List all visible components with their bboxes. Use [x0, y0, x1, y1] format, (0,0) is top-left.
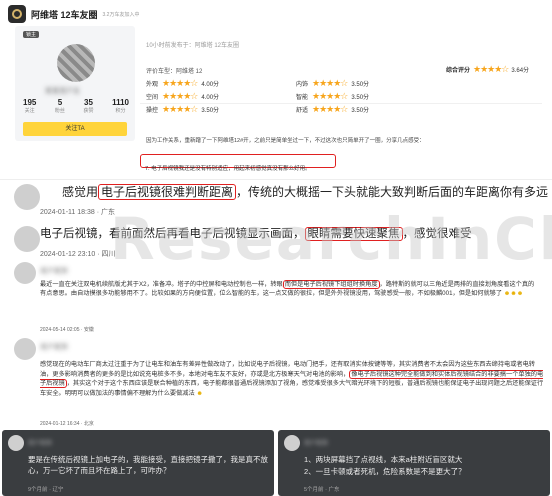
comment-meta: 2024-01-11 18:38 · 广东 [40, 209, 115, 216]
comment-line-2: 2、一旦卡顿或者死机，危险系数是不是更大了？ [304, 467, 466, 476]
comment-3: 用户昵称 最近一直在关注双电机续航版尤其于X2，准备冲。塔子的中控屏和电动控制也… [0, 262, 552, 333]
rating-item: 外观 ★★★★☆ 4.00分 [146, 78, 220, 88]
forum-name[interactable]: 阿维塔 12车友圈 [31, 8, 98, 21]
comment-meta: 5个月前 · 广东 [304, 487, 340, 493]
stars-icon: ★★★★☆ [312, 91, 348, 101]
stars-icon: ★★★★☆ [162, 104, 198, 114]
rated-car: 评价车型：阿维塔 12 [146, 69, 203, 75]
comment-meta: 9个月前 · 辽宁 [28, 487, 64, 493]
commenter-name[interactable]: 用户昵称 [40, 342, 68, 352]
post-body: 因为工作关系，重新蹭了一下阿维塔12#开，之前只是简单坐过一下，不过这次也只简单… [146, 138, 425, 144]
forum-member-count: 3.2万车友加入中 [102, 11, 140, 18]
user-name[interactable]: 某某用户名 [45, 86, 80, 96]
comment-meta: 2024-05-14 02:05 · 安徽 [40, 327, 94, 333]
highlight-span: 而但是电子后视镜下组组时换角度 [282, 280, 380, 289]
comment-line-1: 1、两块屏幕挡了点视线，本来a柱附近盲区就大 [304, 455, 463, 464]
rating-item: 空间 ★★★★☆ 4.00分 [146, 91, 220, 101]
avatar[interactable] [14, 184, 40, 210]
comment-text: 感觉现在的电动车厂商太过注重于为了让电车和油车有差异性做改动了，比如说电子后视镜… [40, 361, 544, 397]
rating-item: 内饰 ★★★★☆ 3.50分 [296, 78, 370, 88]
rating-grid: 外观 ★★★★☆ 4.00分 内饰 ★★★★☆ 3.50分 空间 ★★★★☆ 4… [146, 78, 446, 115]
stars-icon: ★★★★☆ [162, 78, 198, 88]
comment-text: 要是在传统后视镜上加电子的，我能接受，直接把镜子撒了，我是真不放心，万一它坏了而… [28, 455, 268, 475]
emoji-icon: ☻☻☻ [503, 290, 524, 297]
comment-4: 用户昵称 感觉现在的电动车厂商太过注重于为了让电车和油车有差异性做改动了，比如说… [0, 338, 552, 428]
avatar[interactable] [14, 226, 40, 252]
overall-rating: 综合评分 ★★★★☆ 3.64分 [446, 64, 530, 74]
bottom-left-card: 用户昵称 要是在传统后视镜上加电子的，我能接受，直接把镜子撒了，我是真不放心，万… [2, 430, 274, 496]
stars-icon: ★★★★☆ [162, 91, 198, 101]
comment-1: 感觉用 电子后视镜很难判断距离 ，传统的大概摇一下头就能大致判断后面的车距离你有多远… [0, 180, 552, 220]
commenter-name[interactable]: 用户昵称 [40, 266, 68, 276]
user-level-badge: 锁主 [23, 31, 40, 38]
forum-logo-icon [8, 5, 26, 23]
post-time: 10小时前发布于：阿维塔 12车友圈 [146, 43, 240, 49]
stars-icon: ★★★★☆ [312, 104, 348, 114]
highlight-span: 电子后视镜很难判断距离 [98, 184, 237, 200]
highlight-item: 7. 电子后视镜我还是没有特别适应，用起来初感觉真没有那么好用。 [140, 154, 336, 172]
stat-item[interactable]: 5 粉丝 [55, 98, 65, 114]
emoji-icon: ☻ [196, 389, 203, 397]
commenter-name[interactable]: 用户昵称 [28, 438, 52, 447]
rating-box: 评价车型：阿维塔 12 综合评分 ★★★★☆ 3.64分 外观 ★★★★☆ 4.… [140, 60, 542, 114]
comment-meta: 2024-01-12 16:34 · 北京 [40, 421, 94, 427]
stat-item[interactable]: 1110 积分 [112, 98, 129, 114]
user-stats: 195 关注 5 粉丝 35 获赞 1110 积分 [23, 98, 129, 114]
avatar[interactable] [8, 435, 24, 451]
user-card: 锁主 某某用户名 195 关注 5 粉丝 35 获赞 1110 积分 关注TA [15, 26, 135, 141]
top-post-panel: 阿维塔 12车友圈 3.2万车友加入中 锁主 某某用户名 195 关注 5 粉丝… [0, 0, 552, 180]
avatar[interactable] [14, 338, 36, 360]
stat-item[interactable]: 195 关注 [23, 98, 36, 114]
comment-text: 感觉用 电子后视镜很难判断距离 ，传统的大概摇一下头就能大致判断后面的车距离你有多远 [62, 184, 549, 200]
avatar[interactable] [14, 262, 36, 284]
avatar[interactable] [284, 435, 300, 451]
commenter-name[interactable]: 用户昵称 [304, 438, 328, 447]
overall-stars-icon: ★★★★☆ [473, 64, 509, 74]
stars-icon: ★★★★☆ [312, 78, 348, 88]
comment-text: 最近一直在关注双电机续航版尤其于X2，准备冲。塔子的中控屏和电动控制也一样，转眼… [40, 280, 535, 297]
comment-2: 电子后视镜，看前面然后再看电子后视镜显示画面， 眼睛需要快速聚焦 ，感觉很难受 20… [0, 220, 552, 260]
user-avatar[interactable] [57, 44, 95, 82]
forum-header: 阿维塔 12车友圈 3.2万车友加入中 [8, 3, 408, 25]
rating-item: 舒适 ★★★★☆ 3.50分 [296, 104, 370, 114]
comment-meta: 2024-01-12 23:10 · 四川 [40, 251, 116, 258]
highlight-span: 眼睛需要快速聚焦 [304, 227, 403, 241]
stat-item[interactable]: 35 获赞 [84, 98, 94, 114]
rating-item: 操控 ★★★★☆ 3.50分 [146, 104, 220, 114]
follow-button[interactable]: 关注TA [23, 122, 127, 136]
comment-text: 电子后视镜，看前面然后再看电子后视镜显示画面， 眼睛需要快速聚焦 ，感觉很难受 [40, 227, 472, 241]
rating-item: 智能 ★★★★☆ 3.50分 [296, 91, 370, 101]
bottom-right-card: 用户昵称 1、两块屏幕挡了点视线，本来a柱附近盲区就大 2、一旦卡顿或者死机，危… [278, 430, 550, 496]
